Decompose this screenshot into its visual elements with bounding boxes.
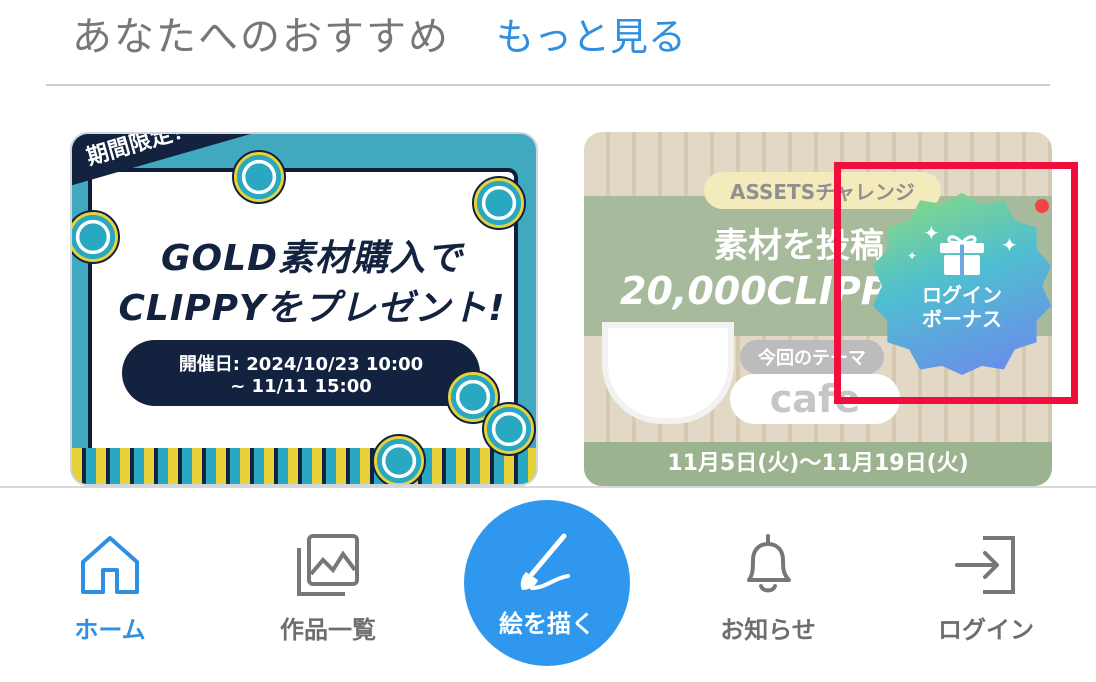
nav-login-label: ログイン [938, 616, 1034, 644]
recommend-header: あなたへのおすすめ もっと見る [72, 0, 686, 66]
home-icon [81, 536, 139, 594]
login-bonus-line-1: ログイン [922, 283, 1002, 307]
draw-label: 絵を描く [499, 609, 595, 638]
gold-campaign-banner[interactable]: 期間限定！ GOLD素材購入で CLIPPYをプレゼント! 開催日: 2024/… [70, 132, 538, 486]
coin-icon [482, 402, 536, 456]
login-bonus-label: ログイン ボーナス [922, 283, 1002, 331]
gift-icon [940, 235, 984, 275]
divider [46, 84, 1050, 86]
see-more-link[interactable]: もっと見る [496, 6, 686, 61]
date-line-2: ~ 11/11 15:00 [230, 375, 372, 397]
event-date-pill: 開催日: 2024/10/23 10:00 ~ 11/11 15:00 [122, 340, 480, 406]
login-icon [955, 536, 1015, 594]
sparkle-icon: ✦ [923, 221, 940, 245]
nav-notifications-label: お知らせ [720, 616, 816, 644]
login-bonus-button[interactable]: ログイン ボーナス [872, 193, 1052, 375]
sparkle-icon: ✦ [907, 249, 918, 263]
coin-icon [372, 434, 426, 484]
bell-icon [747, 534, 791, 593]
notification-dot [1035, 199, 1049, 213]
coin-icon [232, 150, 286, 204]
nav-home[interactable]: ホーム [40, 488, 180, 682]
nav-works[interactable]: 作品一覧 [258, 488, 398, 682]
date-line-1: 開催日: 2024/10/23 10:00 [178, 353, 424, 375]
bottom-nav: ホーム 作品一覧 絵を描く お知らせ ログイン [0, 486, 1096, 680]
challenge-dates: 11月5日(火)～11月19日(火) [584, 442, 1052, 486]
nav-home-label: ホーム [74, 616, 146, 644]
nav-notifications[interactable]: お知らせ [698, 488, 838, 682]
draw-button[interactable]: 絵を描く [464, 500, 630, 666]
gallery-icon [297, 534, 359, 596]
banner-headline-1: GOLD素材購入で [161, 238, 463, 279]
login-bonus-highlight: ログイン ボーナス ✦ ✦ ✦ [834, 162, 1078, 404]
nav-login[interactable]: ログイン [916, 488, 1056, 682]
coin-icon [472, 176, 526, 230]
brush-icon [520, 533, 570, 590]
login-bonus-line-2: ボーナス [922, 307, 1002, 331]
nav-works-label: 作品一覧 [280, 616, 376, 644]
sparkle-icon: ✦ [1001, 233, 1018, 257]
coin-stack-illustration [72, 448, 536, 484]
section-title: あなたへのおすすめ [72, 14, 450, 60]
banner-headline-2: CLIPPYをプレゼント! [118, 288, 506, 329]
